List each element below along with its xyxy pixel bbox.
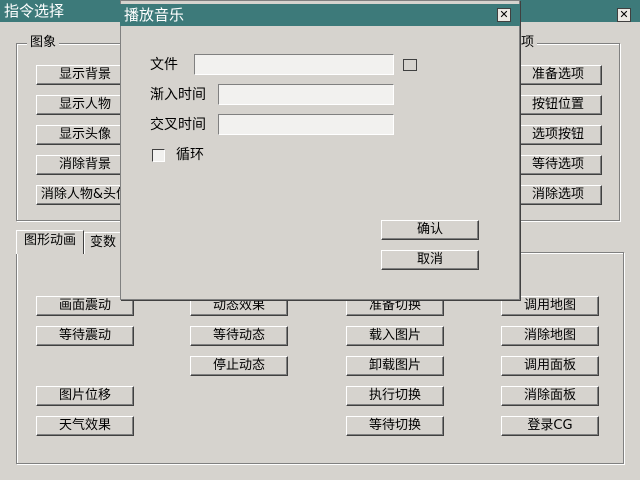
wait-shake-button[interactable]: 等待震动	[36, 326, 134, 346]
main-window-title: 指令选择	[4, 2, 65, 20]
clear-options-button[interactable]: 消除选项	[514, 185, 602, 205]
call-panel-button[interactable]: 调用面板	[501, 356, 599, 376]
loop-label: 循环	[176, 147, 204, 163]
button-position-button[interactable]: 按钮位置	[514, 95, 602, 115]
dialog-title: 播放音乐	[124, 6, 185, 24]
ok-button[interactable]: 确认	[381, 220, 479, 240]
wait-transition-button[interactable]: 等待切换	[346, 416, 444, 436]
weather-effect-button[interactable]: 天气效果	[36, 416, 134, 436]
clear-panel-button[interactable]: 消除面板	[501, 386, 599, 406]
crossfade-label: 交叉时间	[150, 117, 206, 133]
crossfade-field[interactable]	[218, 114, 394, 135]
tab-variables[interactable]: 变数	[84, 232, 122, 254]
dialog-title-bar[interactable]: 播放音乐	[120, 4, 520, 26]
stop-dynamic-button[interactable]: 停止动态	[190, 356, 288, 376]
fade-in-field[interactable]	[218, 84, 394, 105]
dialog-close-button[interactable]: ✕	[497, 8, 511, 22]
prepare-options-button[interactable]: 准备选项	[514, 65, 602, 85]
main-close-button[interactable]: ✕	[617, 8, 631, 22]
load-image-button[interactable]: 载入图片	[346, 326, 444, 346]
cancel-button[interactable]: 取消	[381, 250, 479, 270]
options-group-label: 项	[518, 36, 538, 50]
image-move-button[interactable]: 图片位移	[36, 386, 134, 406]
image-group-label: 图象	[27, 36, 60, 50]
register-cg-button[interactable]: 登录CG	[501, 416, 599, 436]
fade-in-label: 渐入时间	[150, 87, 206, 103]
unload-image-button[interactable]: 卸载图片	[346, 356, 444, 376]
option-buttons-button[interactable]: 选项按钮	[514, 125, 602, 145]
file-browse-box[interactable]	[403, 59, 417, 71]
file-label: 文件	[150, 57, 178, 73]
file-field[interactable]	[194, 54, 394, 75]
execute-transition-button[interactable]: 执行切换	[346, 386, 444, 406]
wait-options-button[interactable]: 等待选项	[514, 155, 602, 175]
close-icon: ✕	[499, 8, 509, 21]
close-icon: ✕	[619, 8, 629, 21]
wait-dynamic-button[interactable]: 等待动态	[190, 326, 288, 346]
loop-checkbox[interactable]	[152, 149, 165, 162]
clear-map-button[interactable]: 消除地图	[501, 326, 599, 346]
tab-graphics-animation[interactable]: 图形动画	[16, 230, 84, 254]
